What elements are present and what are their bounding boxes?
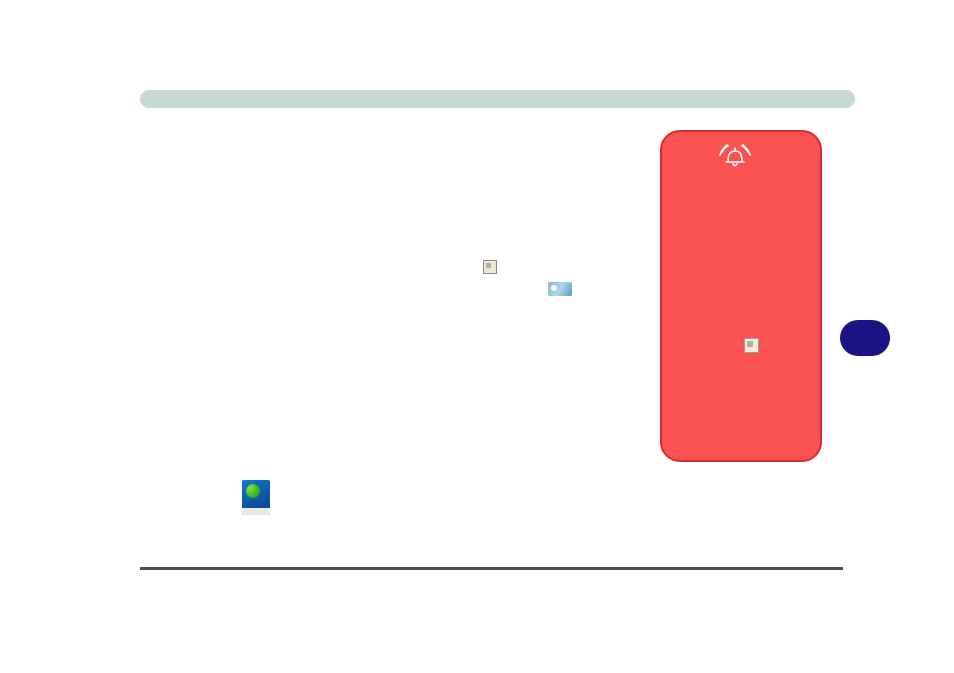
product-box-icon[interactable]: [242, 480, 270, 515]
product-blue-icon[interactable]: [548, 282, 572, 296]
alert-panel: [660, 130, 822, 462]
document-thumb-icon[interactable]: [483, 260, 497, 274]
primary-action-button[interactable]: [840, 320, 890, 356]
panel-document-thumb-icon: [744, 338, 759, 353]
alarm-bell-icon: [718, 144, 752, 170]
section-divider: [140, 567, 843, 570]
top-bar: [140, 90, 855, 108]
